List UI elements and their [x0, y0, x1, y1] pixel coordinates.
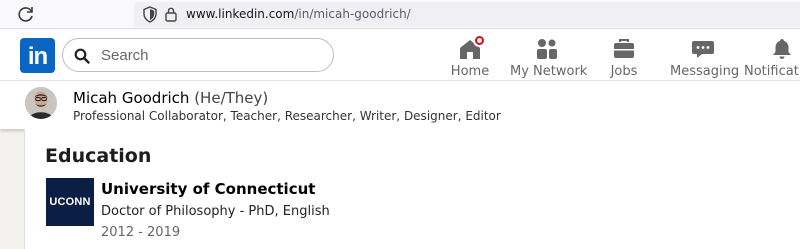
linkedin-logo[interactable]: in	[20, 38, 55, 73]
education-years: 2012 - 2019	[101, 225, 181, 240]
url-path: /in/micah-goodrich/	[294, 7, 411, 21]
nav-notifications-label: Notifications	[744, 64, 800, 79]
avatar[interactable]	[25, 87, 57, 119]
nav-messaging[interactable]: Messaging	[670, 31, 740, 79]
profile-headline: Professional Collaborator, Teacher, Rese…	[73, 109, 501, 123]
education-section: Education UCONN University of Connecticu…	[24, 129, 800, 249]
school-logo[interactable]: UCONN	[46, 178, 94, 226]
search-icon	[74, 48, 90, 64]
messaging-icon	[690, 37, 716, 61]
search-bar[interactable]	[62, 38, 334, 72]
network-icon	[534, 37, 560, 61]
address-bar[interactable]: www.linkedin.com/in/micah-goodrich/	[134, 2, 800, 27]
url-host: www.linkedin.com	[186, 7, 295, 21]
school-name[interactable]: University of Connecticut	[101, 180, 315, 198]
profile-name: Micah Goodrich	[73, 89, 190, 107]
shield-icon[interactable]	[142, 6, 158, 23]
browser-toolbar: www.linkedin.com/in/micah-goodrich/	[0, 0, 800, 29]
nav-jobs[interactable]: Jobs	[601, 31, 647, 79]
briefcase-icon	[611, 37, 637, 61]
profile-pronouns: (He/They)	[194, 89, 269, 107]
reload-icon[interactable]	[16, 4, 36, 24]
home-icon	[457, 34, 486, 61]
profile-sticky-header: Micah Goodrich (He/They) Professional Co…	[0, 81, 800, 129]
nav-home[interactable]: Home	[448, 31, 492, 79]
section-title: Education	[45, 145, 152, 167]
global-nav: in Home My Network	[0, 29, 800, 81]
nav-home-label: Home	[450, 64, 490, 79]
nav-my-network-label: My Network	[510, 64, 588, 79]
notification-badge	[473, 34, 486, 47]
bell-icon	[769, 37, 795, 61]
url-text[interactable]: www.linkedin.com/in/micah-goodrich/	[186, 7, 411, 21]
degree: Doctor of Philosophy - PhD, English	[101, 204, 330, 219]
nav-my-network[interactable]: My Network	[510, 31, 588, 79]
nav-messaging-label: Messaging	[670, 64, 740, 79]
profile-name-line: Micah Goodrich (He/They)	[73, 89, 268, 107]
nav-jobs-label: Jobs	[610, 64, 638, 79]
lock-icon[interactable]	[164, 6, 178, 22]
nav-notifications[interactable]: Notifications	[744, 31, 800, 79]
search-input[interactable]	[101, 45, 321, 65]
